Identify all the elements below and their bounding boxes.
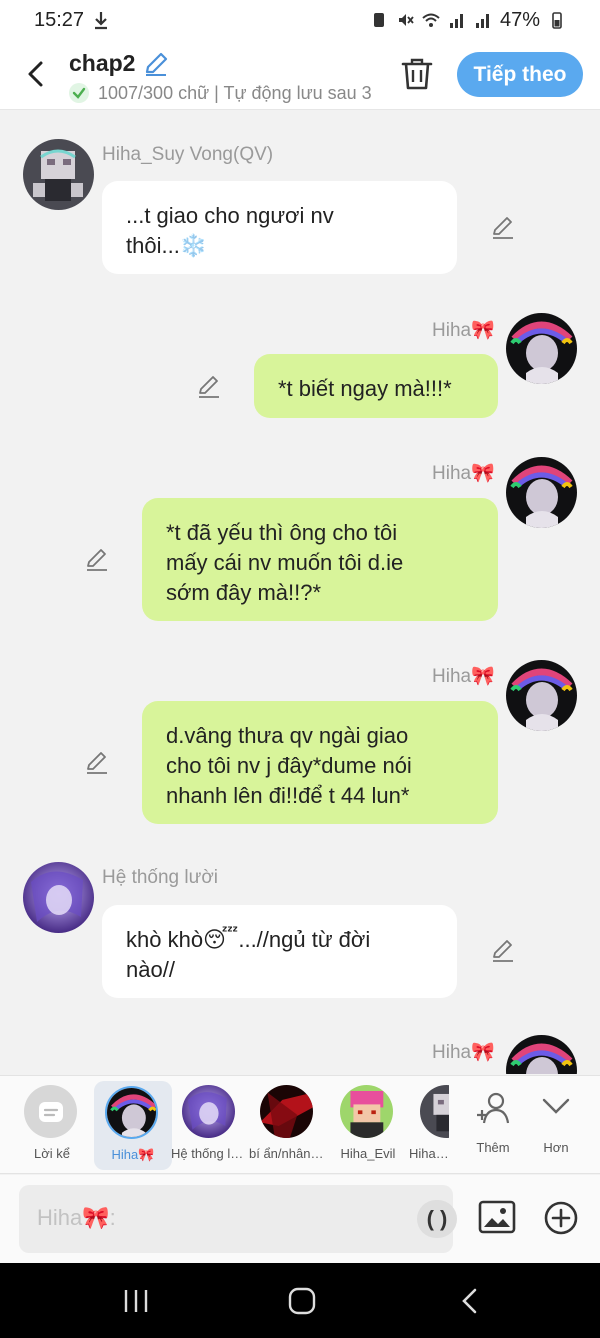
character-avatar [105, 1086, 158, 1139]
signal-icon-2 [475, 14, 489, 28]
message-line: *t đã yếu thì ông cho tôi [166, 520, 398, 545]
message-bubble[interactable]: d.vâng thưa qv ngài giao cho tôi nv j đâ… [142, 701, 498, 824]
word-count-line: 1007/300 chữ | Tự động lưu sau 3 [68, 80, 378, 106]
next-button[interactable]: Tiếp theo [457, 52, 583, 97]
character-label: bí ẩn/nhân vật [249, 1146, 327, 1161]
character-hiha-evil[interactable]: Hiha_Evil [329, 1076, 407, 1173]
message-bubble[interactable]: *t biết ngay mà!!!* [254, 354, 498, 418]
word-count-text: 1007/300 chữ | Tự động lưu sau 3 [98, 82, 372, 103]
avatar[interactable] [23, 139, 94, 210]
status-icons: 47% [370, 9, 566, 32]
character-label: Lời kể [34, 1146, 70, 1161]
shield-icon [373, 13, 384, 27]
message-line: thôi...❄️ [126, 233, 208, 258]
sender-name: Hiha🎀 [432, 463, 495, 484]
avatar[interactable] [506, 660, 577, 731]
message-line: mấy cái nv muốn tôi d.ie [166, 550, 404, 575]
status-time: 15:27 [34, 8, 85, 31]
character-label: Hiha_Suy Vong(QV) [409, 1146, 449, 1161]
signal-icon [449, 14, 463, 28]
edit-message-icon[interactable] [490, 938, 516, 964]
character-narrator[interactable]: Lời kể [13, 1076, 91, 1173]
edit-message-icon[interactable] [490, 215, 516, 241]
sender-name: Hiha🎀 [432, 320, 495, 341]
message-line: ...t giao cho ngươi nv [126, 203, 334, 228]
message-line: d.vâng thưa qv ngài giao [166, 723, 409, 748]
chevron-left-icon [28, 61, 43, 87]
system-nav-bar [0, 1263, 600, 1338]
character-avatar [182, 1085, 235, 1138]
character-hiha[interactable]: Hiha🎀 [94, 1081, 172, 1170]
sender-name: Hiha🎀 [432, 666, 495, 687]
sender-name: Hệ thống lười [102, 867, 219, 888]
message-line: sớm đây mà!!?* [166, 580, 322, 605]
battery-percent: 47% [499, 8, 540, 31]
message-input[interactable]: Hiha🎀: ( ) [19, 1185, 457, 1253]
chapter-title[interactable]: chap2 [69, 50, 135, 77]
avatar[interactable] [506, 313, 577, 384]
narrator-avatar [24, 1085, 77, 1138]
back-button[interactable] [18, 56, 54, 92]
input-placeholder: Hiha🎀: [37, 1205, 116, 1230]
sender-name: Hiha_Suy Vong(QV) [102, 144, 274, 165]
edit-message-icon[interactable] [84, 547, 110, 573]
message-line: cho tôi nv j đây*dume nói [166, 753, 412, 778]
character-avatar [340, 1085, 393, 1138]
message-line: *t biết ngay mà!!!* [278, 376, 452, 401]
message-bubble[interactable]: khò khò😴...//ngủ từ đời nào// [102, 905, 457, 998]
add-user-icon [477, 1092, 510, 1124]
more-label: Hơn [543, 1140, 569, 1155]
chat-area[interactable]: Hiha_Suy Vong(QV) ...t giao cho ngươi nv… [0, 111, 600, 1074]
add-icon[interactable] [543, 1200, 579, 1236]
character-label: Hiha_Evil [340, 1146, 396, 1161]
battery-icon [552, 12, 562, 29]
sender-name: Hiha🎀 [432, 1042, 495, 1063]
character-bar: Lời kể Hiha🎀 Hệ thống lười bí ẩn/nhân vậ… [0, 1075, 600, 1174]
message-bubble[interactable]: ...t giao cho ngươi nv thôi...❄️ [102, 181, 457, 274]
character-hiha-suy-vong[interactable]: Hiha_Suy Vong(QV) [409, 1076, 449, 1173]
edit-title-icon[interactable] [142, 50, 170, 78]
character-avatar [420, 1085, 449, 1138]
more-button[interactable]: Hơn [517, 1076, 595, 1173]
chevron-down-icon [542, 1098, 570, 1114]
character-he-thong[interactable]: Hệ thống lười [171, 1076, 249, 1173]
status-bar: 15:27 47% [0, 0, 600, 40]
avatar[interactable] [506, 457, 577, 528]
wifi-icon [422, 13, 440, 27]
message-icon [38, 1101, 63, 1122]
back-nav-icon[interactable] [455, 1285, 487, 1317]
edit-message-icon[interactable] [84, 750, 110, 776]
message-line: nào// [126, 957, 175, 982]
recent-apps-icon[interactable] [120, 1285, 152, 1317]
avatar[interactable] [23, 862, 94, 933]
mute-icon [398, 14, 414, 26]
message-line: khò khò😴...//ngủ từ đời [126, 927, 371, 952]
character-label: Hệ thống lười [171, 1146, 249, 1161]
delete-icon[interactable] [400, 56, 434, 92]
home-icon[interactable] [286, 1285, 318, 1317]
action-paren-button[interactable]: ( ) [417, 1200, 457, 1238]
check-circle-icon [69, 83, 89, 103]
character-avatar [260, 1085, 313, 1138]
avatar[interactable] [506, 1035, 577, 1074]
edit-message-icon[interactable] [196, 374, 222, 400]
character-label: Hiha🎀 [111, 1147, 155, 1162]
character-bi-an[interactable]: bí ẩn/nhân vật [249, 1076, 327, 1173]
download-icon [95, 12, 108, 30]
message-line: nhanh lên đi!!để t 44 lun* [166, 783, 410, 808]
message-bubble[interactable]: *t đã yếu thì ông cho tôi mấy cái nv muố… [142, 498, 498, 621]
editor-header: chap2 1007/300 chữ | Tự động lưu sau 3 T… [0, 40, 600, 110]
composer: Hiha🎀: ( ) [0, 1175, 600, 1263]
image-icon[interactable] [478, 1198, 516, 1236]
